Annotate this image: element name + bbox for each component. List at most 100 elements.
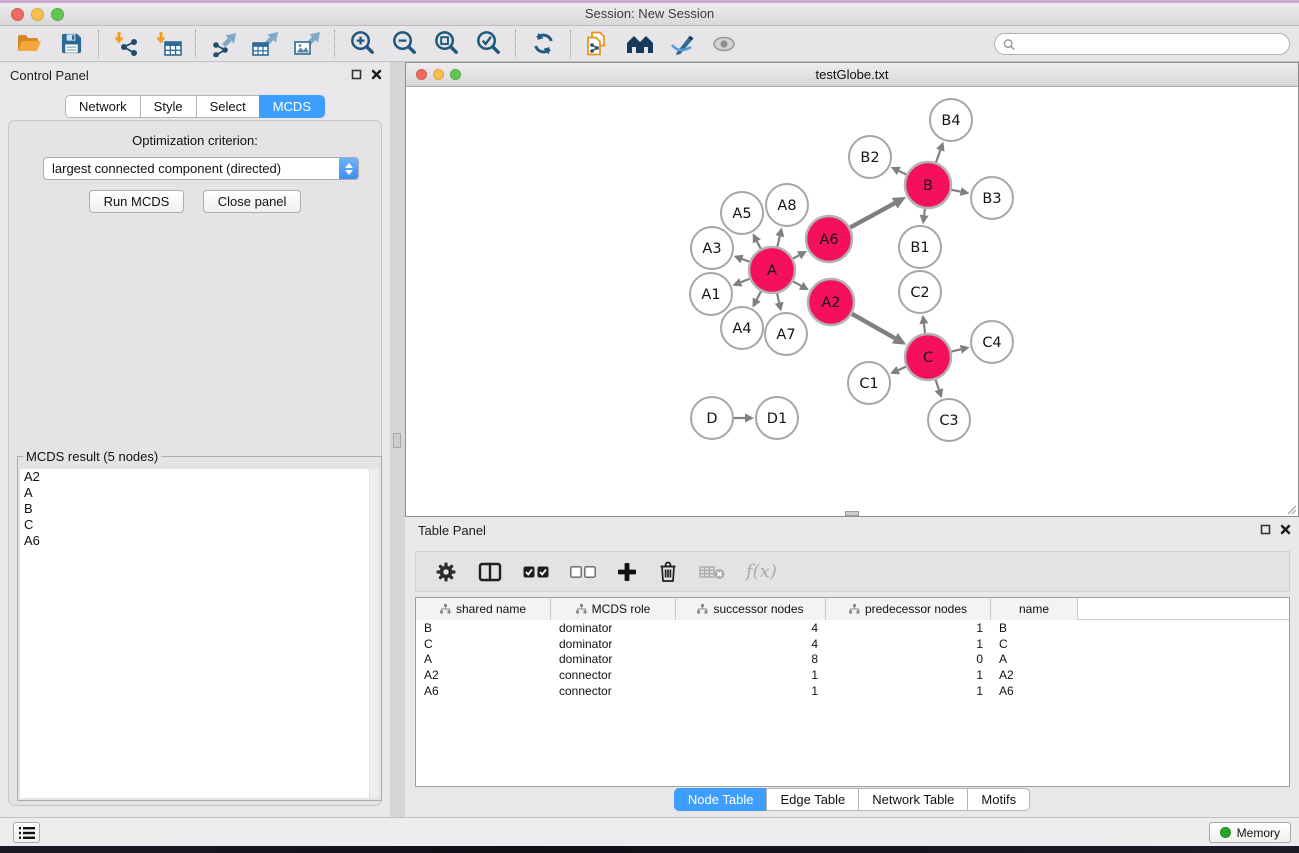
table-cell[interactable]: connector [551, 667, 676, 683]
table-cell[interactable]: A [416, 651, 551, 667]
table-settings-button[interactable] [435, 561, 457, 583]
column-header[interactable]: successor nodes [676, 598, 826, 620]
graph-edge[interactable] [777, 236, 779, 246]
search-input[interactable] [1020, 37, 1281, 52]
graph-edge[interactable] [850, 203, 895, 227]
memory-button[interactable]: Memory [1209, 822, 1291, 843]
export-network-button[interactable] [202, 28, 244, 60]
table-row[interactable]: Bdominator41B [416, 620, 1289, 636]
unselect-all-columns-button[interactable] [570, 565, 596, 579]
table-cell[interactable]: A6 [991, 683, 1078, 699]
run-mcds-button[interactable]: Run MCDS [89, 190, 185, 213]
network-graph[interactable]: B4B2BB3A5A8A6B1A3AA1C2A2A4A7CC4C1C3DD1 [406, 88, 1298, 512]
table-cell[interactable]: A [991, 651, 1078, 667]
graph-edge[interactable] [757, 241, 761, 248]
graph-edge[interactable] [936, 380, 939, 390]
table-cell[interactable]: A6 [416, 683, 551, 699]
close-window-button[interactable] [11, 8, 24, 21]
table-cell[interactable]: C [991, 636, 1078, 652]
apply-function-button[interactable]: f(x) [746, 561, 777, 582]
tab-edge-table[interactable]: Edge Table [766, 788, 859, 811]
table-cell[interactable]: A2 [416, 667, 551, 683]
minimize-window-button[interactable] [31, 8, 44, 21]
table-row[interactable]: Adominator80A [416, 651, 1289, 667]
graph-edge[interactable] [742, 259, 749, 262]
graph-edge[interactable] [924, 209, 925, 215]
table-cell[interactable]: dominator [551, 636, 676, 652]
result-item[interactable]: B [20, 501, 370, 517]
delete-table-button[interactable] [699, 563, 725, 581]
float-panel-icon[interactable] [351, 69, 362, 80]
zoom-out-button[interactable] [383, 28, 425, 60]
zoom-in-button[interactable] [341, 28, 383, 60]
table-cell[interactable]: 4 [676, 620, 826, 636]
hide-annotations-button[interactable] [661, 28, 703, 60]
import-network-button[interactable] [105, 28, 147, 60]
tab-network[interactable]: Network [65, 95, 141, 118]
graph-edge[interactable] [898, 367, 906, 370]
table-row[interactable]: Cdominator41C [416, 636, 1289, 652]
table-cell[interactable]: B [416, 620, 551, 636]
graph-edge[interactable] [899, 171, 907, 175]
refresh-layout-button[interactable] [522, 28, 564, 60]
column-header[interactable]: name [991, 598, 1078, 620]
zoom-selected-button[interactable] [467, 28, 509, 60]
tab-node-table[interactable]: Node Table [674, 788, 768, 811]
close-panel-icon[interactable] [1280, 524, 1291, 535]
table-cell[interactable]: 1 [826, 636, 991, 652]
select-all-columns-button[interactable] [523, 565, 549, 579]
table-row[interactable]: A6connector11A6 [416, 683, 1289, 699]
minimize-network-button[interactable] [433, 69, 444, 80]
graph-edge[interactable] [757, 291, 761, 299]
zoom-network-button[interactable] [450, 69, 461, 80]
split-pane-divider[interactable] [390, 62, 405, 817]
import-table-button[interactable] [147, 28, 189, 60]
zoom-window-button[interactable] [51, 8, 64, 21]
graph-edge[interactable] [936, 150, 940, 162]
new-network-from-selection-button[interactable] [577, 28, 619, 60]
close-panel-icon[interactable] [371, 69, 382, 80]
table-cell[interactable]: connector [551, 683, 676, 699]
optimization-criterion-select[interactable]: largest connected component (directed) [43, 157, 359, 180]
graph-edge[interactable] [793, 255, 799, 258]
export-table-button[interactable] [244, 28, 286, 60]
table-cell[interactable]: dominator [551, 651, 676, 667]
graph-edge[interactable] [952, 190, 961, 192]
table-cell[interactable]: 4 [676, 636, 826, 652]
column-header[interactable]: predecessor nodes [826, 598, 991, 620]
table-cell[interactable]: dominator [551, 620, 676, 636]
tab-motifs[interactable]: Motifs [967, 788, 1030, 811]
table-cell[interactable]: C [416, 636, 551, 652]
result-item[interactable]: A2 [20, 469, 370, 485]
tab-mcds[interactable]: MCDS [259, 95, 325, 118]
result-item[interactable]: C [20, 517, 370, 533]
graph-edge[interactable] [793, 281, 801, 285]
table-cell[interactable]: B [991, 620, 1078, 636]
zoom-fit-button[interactable] [425, 28, 467, 60]
table-cell[interactable]: 1 [676, 683, 826, 699]
delete-columns-button[interactable] [658, 560, 678, 583]
divider-handle[interactable] [393, 433, 401, 448]
graph-edge[interactable] [741, 279, 750, 282]
table-cell[interactable]: 1 [826, 667, 991, 683]
export-image-button[interactable] [286, 28, 328, 60]
graph-edge[interactable] [852, 314, 895, 338]
table-row[interactable]: A2connector11A2 [416, 667, 1289, 683]
node-table[interactable]: shared nameMCDS rolesuccessor nodesprede… [415, 597, 1290, 787]
horizontal-divider-handle[interactable] [845, 511, 859, 516]
tab-network-table[interactable]: Network Table [858, 788, 968, 811]
create-column-button[interactable] [617, 562, 637, 582]
table-cell[interactable]: A2 [991, 667, 1078, 683]
show-graphics-details-button[interactable] [703, 28, 745, 60]
table-cell[interactable]: 1 [826, 683, 991, 699]
result-scrollbar[interactable] [369, 469, 379, 798]
graph-edge[interactable] [951, 349, 960, 351]
cytoscape-home-button[interactable] [619, 28, 661, 60]
close-panel-button[interactable]: Close panel [203, 190, 302, 213]
table-cell[interactable]: 0 [826, 651, 991, 667]
table-cell[interactable]: 8 [676, 651, 826, 667]
tab-style[interactable]: Style [140, 95, 197, 118]
search-box[interactable] [994, 33, 1290, 55]
save-session-button[interactable] [50, 28, 92, 60]
table-cell[interactable]: 1 [676, 667, 826, 683]
